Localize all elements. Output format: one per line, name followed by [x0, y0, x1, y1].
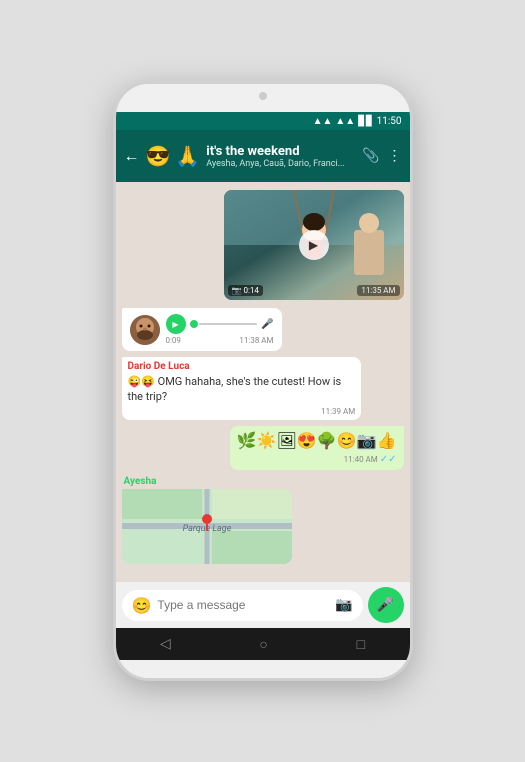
- audio-duration: 0:09: [166, 336, 181, 345]
- audio-play-button[interactable]: ▶: [166, 314, 186, 334]
- audio-timestamp: 11:38 AM: [239, 336, 273, 345]
- location-msg-wrapper: Ayesha: [122, 476, 292, 564]
- voice-record-button[interactable]: 🎤: [368, 587, 404, 623]
- dario-text-bubble: Dario De Luca 😜😝 😜😝 OMG hahaha, she's th…: [122, 357, 362, 420]
- audio-message-bubble[interactable]: ▶ 🎤 0:09 11:38 AM: [122, 308, 282, 351]
- message-input-wrapper[interactable]: 😊 📷: [122, 590, 363, 621]
- message-row-location: Ayesha: [122, 476, 404, 564]
- back-button[interactable]: ←: [124, 146, 140, 166]
- chat-subtitle: Ayesha, Anya, Cauã, Dario, Franci...: [206, 159, 356, 169]
- reaction-emojis: 😜😝: [128, 375, 155, 388]
- phone-top-hardware: [116, 84, 410, 112]
- chat-title: it's the weekend: [206, 144, 356, 159]
- audio-metadata: 0:09 11:38 AM: [166, 336, 274, 345]
- message-input[interactable]: [157, 598, 329, 612]
- dario-msg-time: 11:39 AM: [128, 407, 356, 416]
- emoji-row-content: 🌿☀️🖼😍🌳😊📷👍: [237, 431, 397, 452]
- time-display: 11:50: [377, 116, 402, 127]
- chat-area: ▶ 📷 0:14 11:35 AM: [116, 182, 410, 582]
- video-timestamp: 11:35 AM: [357, 285, 399, 296]
- video-camera-icon: 📷: [232, 286, 242, 295]
- video-play-button[interactable]: ▶: [299, 230, 329, 260]
- back-nav-icon[interactable]: ◁: [160, 636, 171, 652]
- bottom-nav: ◁ ○ □: [116, 628, 410, 660]
- header-info[interactable]: it's the weekend Ayesha, Anya, Cauã, Dar…: [206, 144, 356, 169]
- sender-name-dario: Dario De Luca: [128, 361, 356, 372]
- message-text-dario: 😜😝 😜😝 OMG hahaha, she's the cutest! How …: [128, 374, 356, 405]
- camera-attach-button[interactable]: 📷: [335, 597, 352, 613]
- video-thumbnail: ▶ 📷 0:14 11:35 AM: [224, 190, 404, 300]
- attach-icon[interactable]: 📎: [362, 148, 379, 164]
- emoji-ticks: ✓✓: [380, 454, 397, 465]
- location-bubble[interactable]: Parque Lage: [122, 489, 292, 564]
- battery-icon: ▊▊: [358, 116, 373, 127]
- audio-controls: ▶ 🎤: [166, 314, 274, 334]
- mic-icon: 🎤: [377, 597, 394, 613]
- sender-avatar: [130, 315, 160, 345]
- group-emoji-icon: 😎 🙏: [146, 144, 201, 168]
- signal-icon: ▲▲: [335, 116, 355, 127]
- message-row-dario: Dario De Luca 😜😝 😜😝 OMG hahaha, she's th…: [122, 357, 404, 420]
- waveform-dot: [190, 320, 198, 328]
- chat-header: ← 😎 🙏 it's the weekend Ayesha, Anya, Cau…: [116, 130, 410, 182]
- more-options-icon[interactable]: ⋮: [388, 148, 402, 164]
- message-row-emojis: 🌿☀️🖼😍🌳😊📷👍 11:40 AM ✓✓: [122, 426, 404, 470]
- message-row-video: ▶ 📷 0:14 11:35 AM: [122, 190, 404, 302]
- camera-dot: [259, 92, 267, 100]
- video-message-bubble[interactable]: ▶ 📷 0:14 11:35 AM: [224, 190, 404, 302]
- wifi-icon: ▲▲: [313, 116, 333, 127]
- mic-icon: 🎤: [261, 319, 273, 330]
- input-area: 😊 📷 🎤: [116, 582, 410, 628]
- header-actions: 📎 ⋮: [362, 148, 401, 164]
- emoji-picker-button[interactable]: 😊: [132, 596, 152, 615]
- ayesha-sender-name: Ayesha: [124, 476, 292, 487]
- phone-screen: ▲▲ ▲▲ ▊▊ 11:50 ← 😎 🙏 it's the weekend Ay…: [116, 112, 410, 660]
- message-row-audio: ▶ 🎤 0:09 11:38 AM: [122, 308, 404, 351]
- audio-waveform: [190, 314, 258, 334]
- video-overlay: 📷 0:14 11:35 AM: [228, 285, 400, 296]
- status-bar: ▲▲ ▲▲ ▊▊ 11:50: [116, 112, 410, 130]
- emoji-row-bubble: 🌿☀️🖼😍🌳😊📷👍 11:40 AM ✓✓: [230, 426, 404, 470]
- home-nav-icon[interactable]: ○: [259, 636, 267, 653]
- waveform-track: [199, 323, 258, 325]
- phone-frame: ▲▲ ▲▲ ▊▊ 11:50 ← 😎 🙏 it's the weekend Ay…: [113, 81, 413, 681]
- location-map-preview: Parque Lage: [122, 489, 292, 564]
- video-duration: 📷 0:14: [228, 285, 263, 296]
- phone-bottom-hardware: [116, 660, 410, 678]
- audio-controls-wrapper: ▶ 🎤 0:09 11:38 AM: [166, 314, 274, 345]
- recents-nav-icon[interactable]: □: [357, 636, 365, 653]
- status-icons: ▲▲ ▲▲ ▊▊ 11:50: [313, 116, 402, 127]
- emoji-msg-time: 11:40 AM ✓✓: [237, 454, 397, 465]
